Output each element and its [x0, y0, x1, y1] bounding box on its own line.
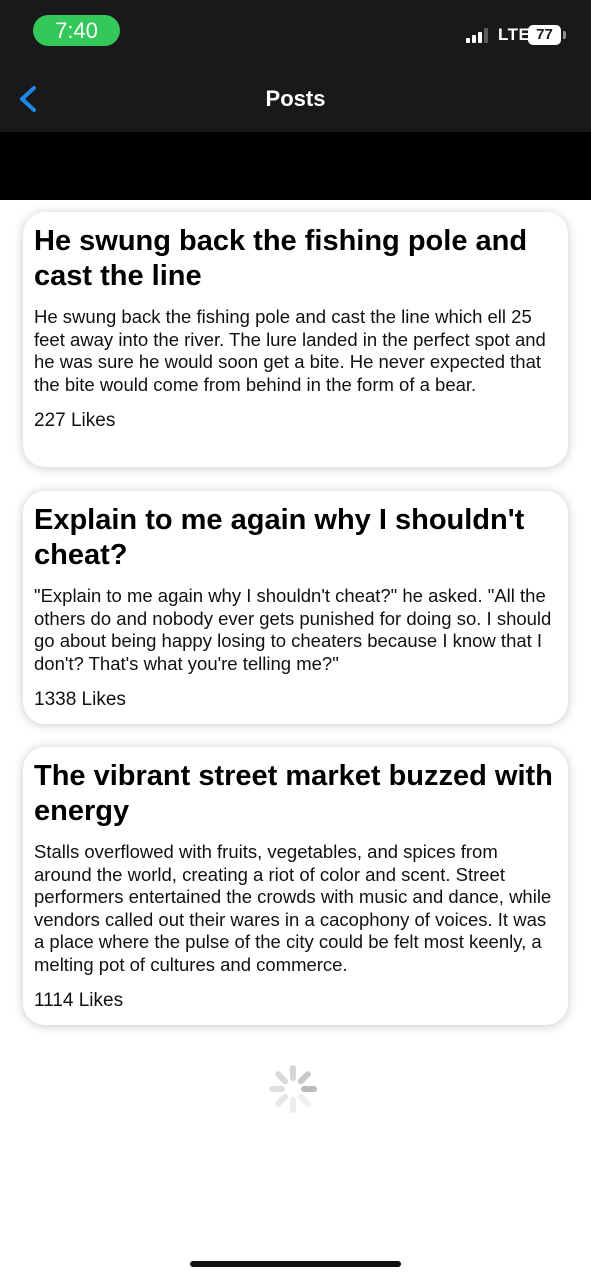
- status-bar: 7:40 LTE 77: [0, 0, 591, 62]
- header-band: [0, 132, 591, 200]
- back-button[interactable]: [12, 82, 46, 116]
- navigation-bar: Posts: [0, 62, 591, 132]
- battery-icon: 77: [528, 25, 561, 45]
- post-card[interactable]: He swung back the fishing pole and cast …: [23, 212, 568, 467]
- post-body: Stalls overflowed with fruits, vegetable…: [34, 841, 552, 975]
- post-likes: 227 Likes: [34, 410, 116, 431]
- post-likes: 1114 Likes: [34, 990, 124, 1011]
- spinner-icon: [269, 1065, 317, 1113]
- home-indicator[interactable]: [190, 1261, 401, 1267]
- post-card[interactable]: Explain to me again why I shouldn't chea…: [23, 491, 568, 724]
- battery-tip: [563, 31, 566, 39]
- post-title: Explain to me again why I shouldn't chea…: [34, 504, 525, 571]
- network-type: LTE: [498, 25, 531, 44]
- post-title: He swung back the fishing pole and cast …: [34, 225, 528, 292]
- post-likes: 1338 Likes: [34, 689, 126, 710]
- post-body: "Explain to me again why I shouldn't che…: [34, 585, 552, 674]
- post-card[interactable]: The vibrant street market buzzed with en…: [23, 747, 568, 1025]
- post-body: He swung back the fishing pole and cast …: [34, 306, 546, 395]
- status-time: 7:40: [33, 15, 120, 46]
- chevron-left-icon: [20, 86, 36, 112]
- cellular-signal-icon: [466, 27, 492, 43]
- page-title: Posts: [265, 86, 326, 111]
- post-title: The vibrant street market buzzed with en…: [34, 760, 553, 827]
